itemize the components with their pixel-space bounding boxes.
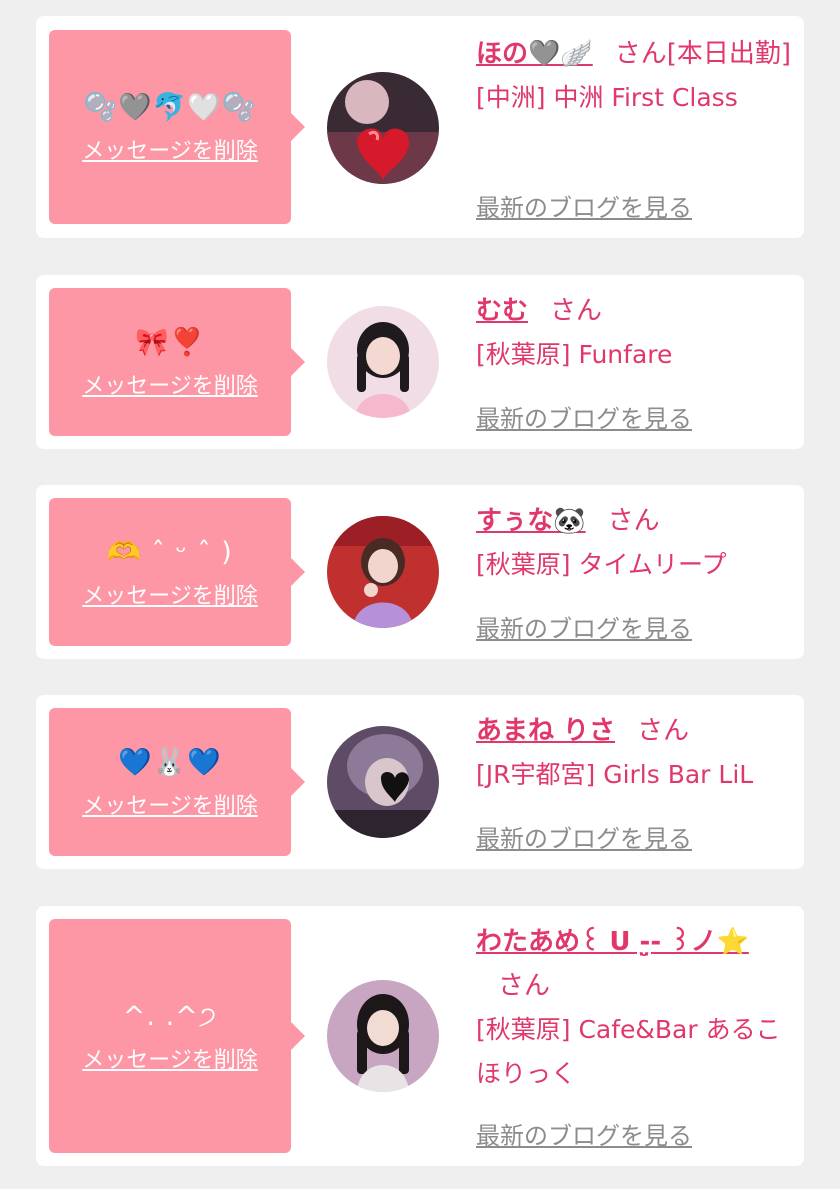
delete-message-link[interactable]: メッセージを削除: [82, 578, 258, 610]
avatar-photo-icon: [327, 980, 439, 1092]
delete-message-link[interactable]: メッセージを削除: [82, 368, 258, 400]
delete-message-link[interactable]: メッセージを削除: [82, 133, 258, 165]
shop-name: [秋葉原] タイムリープ: [476, 550, 727, 579]
avatar[interactable]: [327, 72, 439, 184]
name-line: わたあめ꒰ ᑌ -̤̮- ꒱ノ⭐️ さん: [476, 920, 794, 1008]
delete-message-link[interactable]: メッセージを削除: [82, 788, 258, 820]
message-text: 💙🐰💙: [118, 747, 222, 778]
favorite-card: 🫶 ˆ ᵕ ˆ ) メッセージを削除 すぅな🐼 さん [秋葉原] タイムリープ 最…: [36, 485, 804, 659]
cast-name-link[interactable]: むむ: [476, 296, 528, 326]
avatar[interactable]: [327, 980, 439, 1092]
message-text: 🫶 ˆ ᵕ ˆ ): [107, 537, 233, 568]
shop-name: [中洲] 中洲 First Class: [476, 83, 738, 112]
message-bubble: 🫶 ˆ ᵕ ˆ ) メッセージを削除: [49, 498, 305, 646]
latest-blog-link[interactable]: 最新のブログを見る: [476, 399, 692, 434]
name-line: むむ さん: [476, 289, 794, 333]
avatar[interactable]: [327, 726, 439, 838]
message-text: 🫧🩶🐬🤍🫧: [83, 92, 257, 123]
shop-name: [JR宇都宮] Girls Bar LiL: [476, 760, 754, 789]
delete-message-link[interactable]: メッセージを削除: [82, 1042, 258, 1074]
name-line: すぅな🐼 さん: [476, 499, 794, 543]
message-bubble: 💙🐰💙 メッセージを削除: [49, 708, 305, 856]
shop-name: [秋葉原] Funfare: [476, 340, 673, 369]
attendance-status: [本日出勤]: [666, 39, 792, 69]
honorific: さん: [614, 39, 667, 69]
avatar-photo-icon: [327, 516, 439, 628]
latest-blog-link[interactable]: 最新のブログを見る: [476, 1116, 692, 1151]
avatar-photo-icon: [327, 72, 439, 184]
honorific: さん: [607, 506, 660, 536]
message-bubble: 🎀❣️ メッセージを削除: [49, 288, 305, 436]
favorite-card: 🫧🩶🐬🤍🫧 メッセージを削除 ほの🩶🪽 さん[本日出勤] [中洲] 中洲 Firs…: [36, 16, 804, 238]
honorific: さん: [498, 971, 551, 1001]
latest-blog-link[interactable]: 最新のブログを見る: [476, 609, 692, 644]
avatar[interactable]: [327, 516, 439, 628]
favorite-card: 🎀❣️ メッセージを削除 むむ さん [秋葉原] Funfare 最新のブログを見…: [36, 275, 804, 449]
cast-name-link[interactable]: あまね りさ: [476, 716, 615, 746]
honorific: さん: [637, 716, 690, 746]
avatar[interactable]: [327, 306, 439, 418]
message-text: 🎀❣️: [135, 327, 205, 358]
cast-name-link[interactable]: ほの🩶🪽: [476, 39, 593, 69]
avatar-photo-icon: [327, 726, 439, 838]
favorite-card: ^. .^੭ メッセージを削除 わたあめ꒰ ᑌ -̤̮- ꒱ノ⭐️ さん [秋葉原…: [36, 906, 804, 1166]
message-bubble: ^. .^੭ メッセージを削除: [49, 919, 305, 1153]
name-line: ほの🩶🪽 さん[本日出勤]: [476, 32, 794, 76]
message-text: ^. .^੭: [122, 1001, 218, 1032]
latest-blog-link[interactable]: 最新のブログを見る: [476, 188, 692, 223]
cast-name-link[interactable]: わたあめ꒰ ᑌ -̤̮- ꒱ノ⭐️: [476, 927, 749, 957]
latest-blog-link[interactable]: 最新のブログを見る: [476, 819, 692, 854]
cast-name-link[interactable]: すぅな🐼: [476, 506, 586, 536]
shop-name: [秋葉原] Cafe&Bar あるこほりっく: [476, 1015, 781, 1088]
favorite-list: 🫧🩶🐬🤍🫧 メッセージを削除 ほの🩶🪽 さん[本日出勤] [中洲] 中洲 Firs…: [0, 0, 840, 1189]
avatar-photo-icon: [327, 306, 439, 418]
name-line: あまね りさ さん: [476, 709, 794, 753]
message-bubble: 🫧🩶🐬🤍🫧 メッセージを削除: [49, 30, 305, 224]
favorite-card: 💙🐰💙 メッセージを削除 あまね りさ さん [JR宇都宮] Girls Bar …: [36, 695, 804, 869]
honorific: さん: [550, 296, 603, 326]
